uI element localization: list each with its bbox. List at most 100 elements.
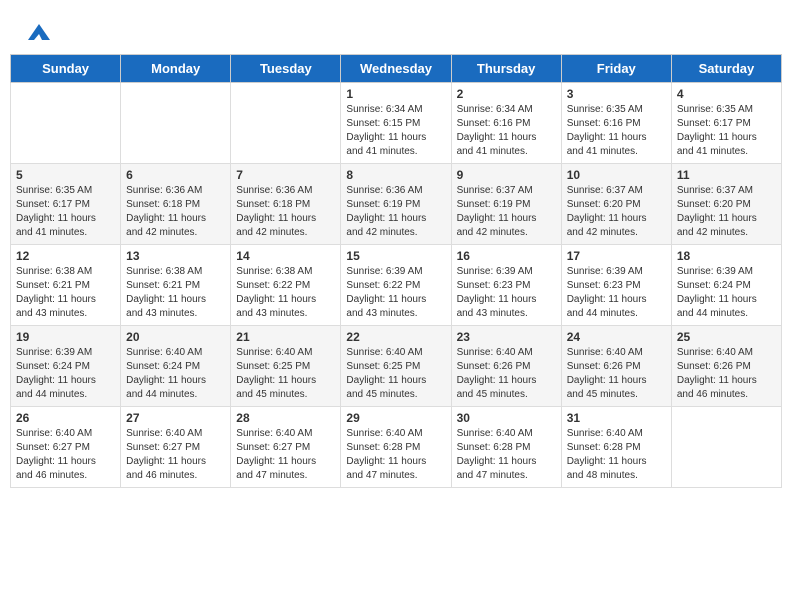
calendar-week-row: 1 Sunrise: 6:34 AM Sunset: 6:15 PM Daylig… <box>11 83 782 164</box>
calendar-cell: 29 Sunrise: 6:40 AM Sunset: 6:28 PM Dayli… <box>341 407 451 488</box>
calendar-cell: 19 Sunrise: 6:39 AM Sunset: 6:24 PM Dayli… <box>11 326 121 407</box>
calendar-cell: 30 Sunrise: 6:40 AM Sunset: 6:28 PM Dayli… <box>451 407 561 488</box>
day-number: 2 <box>457 87 556 101</box>
day-number: 13 <box>126 249 225 263</box>
calendar-cell <box>671 407 781 488</box>
day-info: Sunrise: 6:37 AM Sunset: 6:19 PM Dayligh… <box>457 184 556 240</box>
day-of-week-header: Wednesday <box>341 55 451 83</box>
day-info: Sunrise: 6:39 AM Sunset: 6:22 PM Dayligh… <box>346 265 445 321</box>
calendar-cell: 7 Sunrise: 6:36 AM Sunset: 6:18 PM Daylig… <box>231 164 341 245</box>
day-number: 30 <box>457 411 556 425</box>
calendar-cell: 28 Sunrise: 6:40 AM Sunset: 6:27 PM Dayli… <box>231 407 341 488</box>
calendar-cell: 31 Sunrise: 6:40 AM Sunset: 6:28 PM Dayli… <box>561 407 671 488</box>
calendar-cell: 13 Sunrise: 6:38 AM Sunset: 6:21 PM Dayli… <box>121 245 231 326</box>
calendar-cell: 18Sunrise: 6:39 AM Sunset: 6:24 PM Dayli… <box>671 245 781 326</box>
day-info: Sunrise: 6:40 AM Sunset: 6:26 PM Dayligh… <box>457 346 556 402</box>
calendar-header-row: SundayMondayTuesdayWednesdayThursdayFrid… <box>11 55 782 83</box>
day-info: Sunrise: 6:36 AM Sunset: 6:19 PM Dayligh… <box>346 184 445 240</box>
calendar-cell: 27 Sunrise: 6:40 AM Sunset: 6:27 PM Dayli… <box>121 407 231 488</box>
calendar-cell <box>121 83 231 164</box>
day-number: 16 <box>457 249 556 263</box>
day-number: 14 <box>236 249 335 263</box>
calendar-cell: 24 Sunrise: 6:40 AM Sunset: 6:26 PM Dayli… <box>561 326 671 407</box>
calendar-cell: 17 Sunrise: 6:39 AM Sunset: 6:23 PM Dayli… <box>561 245 671 326</box>
day-info: Sunrise: 6:40 AM Sunset: 6:27 PM Dayligh… <box>126 427 225 483</box>
day-number: 19 <box>16 330 115 344</box>
day-number: 11 <box>677 168 776 182</box>
day-info: Sunrise: 6:39 AM Sunset: 6:23 PM Dayligh… <box>567 265 666 321</box>
day-number: 17 <box>567 249 666 263</box>
day-info: Sunrise: 6:36 AM Sunset: 6:18 PM Dayligh… <box>126 184 225 240</box>
calendar-cell: 15 Sunrise: 6:39 AM Sunset: 6:22 PM Dayli… <box>341 245 451 326</box>
day-number: 25 <box>677 330 776 344</box>
day-number: 18 <box>677 249 776 263</box>
day-number: 9 <box>457 168 556 182</box>
day-number: 5 <box>16 168 115 182</box>
day-info: Sunrise: 6:40 AM Sunset: 6:28 PM Dayligh… <box>567 427 666 483</box>
calendar-cell: 4 Sunrise: 6:35 AM Sunset: 6:17 PM Daylig… <box>671 83 781 164</box>
day-of-week-header: Monday <box>121 55 231 83</box>
day-number: 29 <box>346 411 445 425</box>
day-number: 24 <box>567 330 666 344</box>
calendar-cell: 9 Sunrise: 6:37 AM Sunset: 6:19 PM Daylig… <box>451 164 561 245</box>
calendar-week-row: 12Sunrise: 6:38 AM Sunset: 6:21 PM Dayli… <box>11 245 782 326</box>
day-number: 22 <box>346 330 445 344</box>
day-info: Sunrise: 6:35 AM Sunset: 6:17 PM Dayligh… <box>677 103 776 159</box>
day-of-week-header: Thursday <box>451 55 561 83</box>
day-info: Sunrise: 6:40 AM Sunset: 6:24 PM Dayligh… <box>126 346 225 402</box>
calendar-cell: 25 Sunrise: 6:40 AM Sunset: 6:26 PM Dayli… <box>671 326 781 407</box>
day-number: 21 <box>236 330 335 344</box>
day-info: Sunrise: 6:40 AM Sunset: 6:27 PM Dayligh… <box>236 427 335 483</box>
calendar-cell: 14Sunrise: 6:38 AM Sunset: 6:22 PM Dayli… <box>231 245 341 326</box>
day-info: Sunrise: 6:40 AM Sunset: 6:28 PM Dayligh… <box>346 427 445 483</box>
day-info: Sunrise: 6:39 AM Sunset: 6:24 PM Dayligh… <box>16 346 115 402</box>
calendar-cell: 3Sunrise: 6:35 AM Sunset: 6:16 PM Daylig… <box>561 83 671 164</box>
page-header <box>10 10 782 49</box>
calendar-cell: 16Sunrise: 6:39 AM Sunset: 6:23 PM Dayli… <box>451 245 561 326</box>
day-number: 1 <box>346 87 445 101</box>
day-number: 6 <box>126 168 225 182</box>
day-number: 26 <box>16 411 115 425</box>
day-number: 31 <box>567 411 666 425</box>
day-info: Sunrise: 6:36 AM Sunset: 6:18 PM Dayligh… <box>236 184 335 240</box>
day-info: Sunrise: 6:40 AM Sunset: 6:26 PM Dayligh… <box>567 346 666 402</box>
day-of-week-header: Sunday <box>11 55 121 83</box>
day-info: Sunrise: 6:35 AM Sunset: 6:17 PM Dayligh… <box>16 184 115 240</box>
day-info: Sunrise: 6:34 AM Sunset: 6:16 PM Dayligh… <box>457 103 556 159</box>
calendar-cell: 11Sunrise: 6:37 AM Sunset: 6:20 PM Dayli… <box>671 164 781 245</box>
day-info: Sunrise: 6:35 AM Sunset: 6:16 PM Dayligh… <box>567 103 666 159</box>
calendar-week-row: 5 Sunrise: 6:35 AM Sunset: 6:17 PM Daylig… <box>11 164 782 245</box>
day-number: 20 <box>126 330 225 344</box>
calendar-cell: 10 Sunrise: 6:37 AM Sunset: 6:20 PM Dayli… <box>561 164 671 245</box>
day-info: Sunrise: 6:38 AM Sunset: 6:21 PM Dayligh… <box>126 265 225 321</box>
day-info: Sunrise: 6:40 AM Sunset: 6:28 PM Dayligh… <box>457 427 556 483</box>
calendar-cell: 8Sunrise: 6:36 AM Sunset: 6:19 PM Daylig… <box>341 164 451 245</box>
day-of-week-header: Tuesday <box>231 55 341 83</box>
day-number: 4 <box>677 87 776 101</box>
day-number: 7 <box>236 168 335 182</box>
calendar-table: SundayMondayTuesdayWednesdayThursdayFrid… <box>10 54 782 488</box>
calendar-cell <box>11 83 121 164</box>
day-number: 28 <box>236 411 335 425</box>
day-info: Sunrise: 6:40 AM Sunset: 6:26 PM Dayligh… <box>677 346 776 402</box>
logo-icon <box>28 20 50 42</box>
day-info: Sunrise: 6:40 AM Sunset: 6:27 PM Dayligh… <box>16 427 115 483</box>
calendar-cell: 23 Sunrise: 6:40 AM Sunset: 6:26 PM Dayli… <box>451 326 561 407</box>
day-number: 23 <box>457 330 556 344</box>
calendar-cell: 12Sunrise: 6:38 AM Sunset: 6:21 PM Dayli… <box>11 245 121 326</box>
day-of-week-header: Friday <box>561 55 671 83</box>
calendar-week-row: 19 Sunrise: 6:39 AM Sunset: 6:24 PM Dayli… <box>11 326 782 407</box>
day-number: 10 <box>567 168 666 182</box>
calendar-cell: 26 Sunrise: 6:40 AM Sunset: 6:27 PM Dayli… <box>11 407 121 488</box>
day-info: Sunrise: 6:40 AM Sunset: 6:25 PM Dayligh… <box>346 346 445 402</box>
day-info: Sunrise: 6:38 AM Sunset: 6:21 PM Dayligh… <box>16 265 115 321</box>
logo <box>25 20 50 44</box>
day-of-week-header: Saturday <box>671 55 781 83</box>
day-number: 27 <box>126 411 225 425</box>
calendar-cell: 20 Sunrise: 6:40 AM Sunset: 6:24 PM Dayli… <box>121 326 231 407</box>
day-info: Sunrise: 6:37 AM Sunset: 6:20 PM Dayligh… <box>567 184 666 240</box>
calendar-cell: 2 Sunrise: 6:34 AM Sunset: 6:16 PM Daylig… <box>451 83 561 164</box>
calendar-cell: 5 Sunrise: 6:35 AM Sunset: 6:17 PM Daylig… <box>11 164 121 245</box>
day-number: 15 <box>346 249 445 263</box>
day-info: Sunrise: 6:34 AM Sunset: 6:15 PM Dayligh… <box>346 103 445 159</box>
